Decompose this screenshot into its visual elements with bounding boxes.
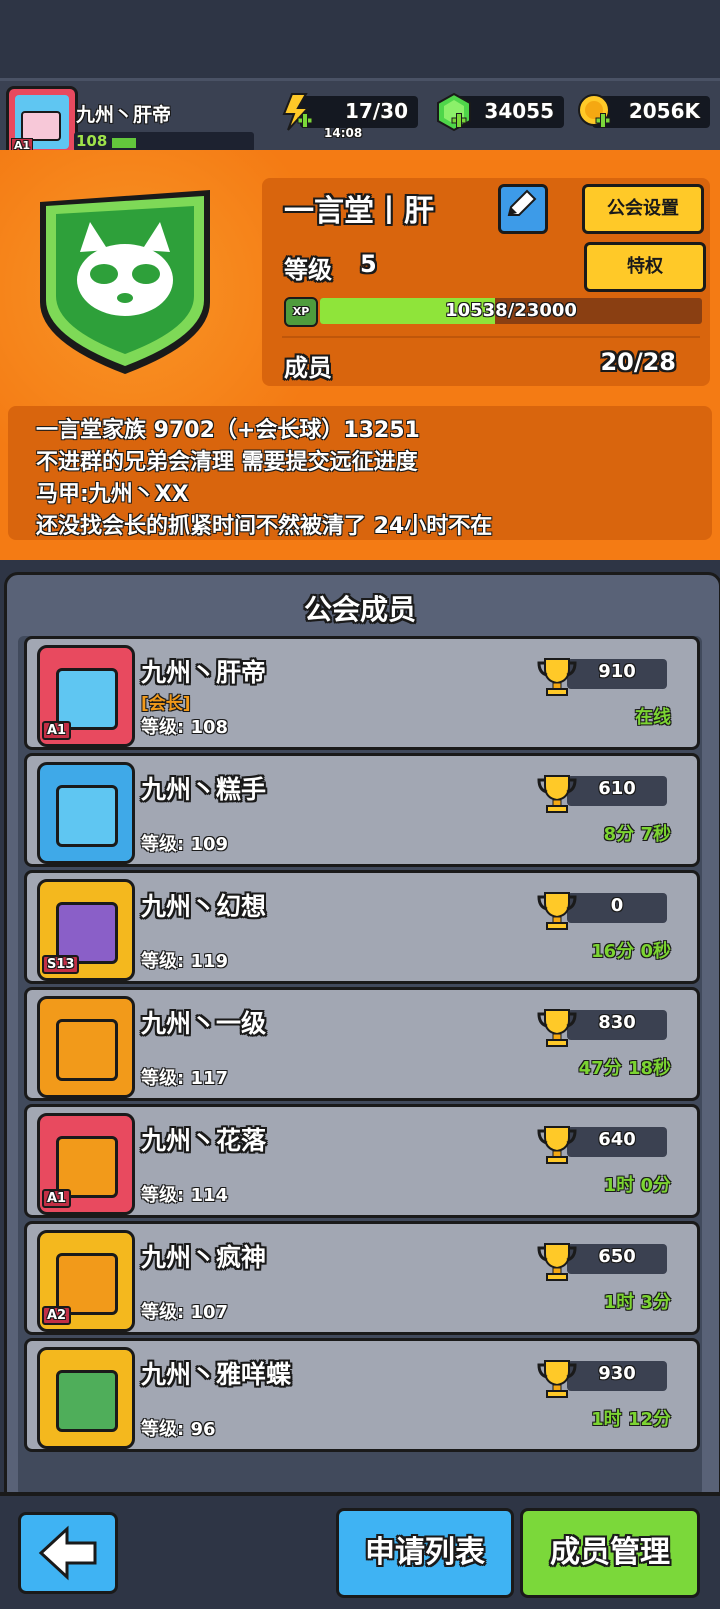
member-level: 等级: 107 xyxy=(141,1302,229,1323)
announcement-line: 一言堂家族 9702（+会长球）13251 xyxy=(36,418,420,443)
energy-counter[interactable]: 17/30 xyxy=(300,96,418,128)
trophy-score: 930 xyxy=(598,1363,636,1384)
member-name: 九州丶糕手 xyxy=(141,775,267,804)
member-level: 等级: 109 xyxy=(141,834,229,855)
gold-coin-icon[interactable] xyxy=(576,92,616,132)
trophy-score: 830 xyxy=(598,1012,636,1033)
guild-xp-text: 10538/23000 xyxy=(445,300,577,321)
member-status: 1时 3分 xyxy=(603,1292,671,1313)
member-status: 1时 12分 xyxy=(591,1409,671,1430)
trophy-score: 640 xyxy=(598,1129,636,1150)
energy-timer: 14:08 xyxy=(324,126,363,140)
members-list-title: 公会成员 xyxy=(303,593,416,626)
member-row[interactable]: 九州丶糕手 等级: 109 610 8分 7秒 xyxy=(24,753,700,867)
member-level: 等级: 114 xyxy=(141,1185,229,1206)
character-portrait-icon xyxy=(56,1370,118,1432)
player-level-fill xyxy=(112,138,136,148)
player-name: 九州丶肝帝 xyxy=(76,104,172,126)
gem-icon[interactable] xyxy=(434,92,474,132)
member-level: 等级: 119 xyxy=(141,951,229,972)
character-portrait-icon xyxy=(56,1019,118,1081)
member-status: 16分 0秒 xyxy=(591,941,671,962)
member-row[interactable]: 九州丶一级 等级: 117 830 47分 18秒 xyxy=(24,987,700,1101)
member-avatar[interactable]: A1 xyxy=(37,1113,135,1215)
member-name: 九州丶肝帝 xyxy=(141,658,267,687)
member-name: 九州丶一级 xyxy=(141,1009,267,1038)
pencil-icon xyxy=(507,189,537,216)
player-level: 108 xyxy=(76,132,108,150)
announcement-line: 还没找会长的抓紧时间不然被清了 24小时不在 xyxy=(36,514,493,539)
member-name: 九州丶花落 xyxy=(141,1126,267,1155)
member-status: 47分 18秒 xyxy=(578,1058,671,1079)
edit-guild-name-button[interactable] xyxy=(498,184,548,234)
trophy-score: 650 xyxy=(598,1246,636,1267)
announcement-line: 不进群的兄弟会清理 需要提交远征进度 xyxy=(36,450,418,475)
avatar-tag: A1 xyxy=(42,721,72,740)
member-level: 等级: 117 xyxy=(141,1068,229,1089)
announcement-line: 马甲:九州丶XX xyxy=(36,482,189,507)
member-management-button[interactable]: 成员管理 xyxy=(520,1508,700,1598)
avatar-tag: A1 xyxy=(42,1189,72,1208)
member-avatar[interactable]: S13 xyxy=(37,879,135,981)
member-name: 九州丶雅咩蝶 xyxy=(141,1360,292,1389)
application-list-button[interactable]: 申请列表 xyxy=(336,1508,514,1598)
member-row[interactable]: A1 九州丶花落 等级: 114 640 1时 0分 xyxy=(24,1104,700,1218)
back-arrow-icon xyxy=(38,1525,97,1581)
guild-announcement: 一言堂家族 9702（+会长球）13251 不进群的兄弟会清理 需要提交远征进度… xyxy=(8,406,712,540)
guild-level-label: 等级 xyxy=(284,256,332,284)
member-row[interactable]: A2 九州丶疯神 等级: 107 650 1时 3分 xyxy=(24,1221,700,1335)
member-avatar[interactable] xyxy=(37,762,135,864)
member-row[interactable]: 九州丶雅咩蝶 等级: 96 930 1时 12分 xyxy=(24,1338,700,1452)
guild-level-value: 5 xyxy=(360,250,377,278)
trophy-score: 910 xyxy=(598,661,636,682)
member-row[interactable]: A1 九州丶肝帝 [会长] 等级: 108 910 在线 xyxy=(24,636,700,750)
back-button[interactable] xyxy=(18,1512,118,1594)
guild-members-label: 成员 xyxy=(284,354,332,382)
member-status: 在线 xyxy=(635,707,671,728)
player-avatar[interactable]: A1 xyxy=(6,86,78,158)
member-level: 等级: 96 xyxy=(141,1419,216,1440)
energy-value: 17/30 xyxy=(345,99,408,123)
divider xyxy=(282,336,700,338)
character-portrait-icon xyxy=(56,785,118,847)
energy-icon[interactable] xyxy=(276,92,316,132)
member-status: 8分 7秒 xyxy=(603,824,671,845)
member-status: 1时 0分 xyxy=(603,1175,671,1196)
members-list[interactable]: A1 九州丶肝帝 [会长] 等级: 108 910 在线 九州丶糕手 等级: 1… xyxy=(18,636,702,1496)
member-row[interactable]: S13 九州丶幻想 等级: 119 0 16分 0秒 xyxy=(24,870,700,984)
avatar-tag: A2 xyxy=(42,1306,72,1325)
guild-name: 一言堂丨肝 xyxy=(284,194,434,229)
privilege-button[interactable]: 特权 xyxy=(584,242,706,292)
member-avatar[interactable]: A1 xyxy=(37,645,135,747)
guild-members-count: 20/28 xyxy=(600,348,676,376)
guild-settings-button[interactable]: 公会设置 xyxy=(582,184,704,234)
avatar-tag: S13 xyxy=(42,955,80,974)
trophy-score: 0 xyxy=(610,895,624,916)
member-role: [会长] xyxy=(141,694,191,714)
member-avatar[interactable] xyxy=(37,1347,135,1449)
raccoon-emblem-icon[interactable] xyxy=(32,182,218,378)
gem-value: 34055 xyxy=(484,99,554,123)
member-avatar[interactable] xyxy=(37,996,135,1098)
xp-icon: XP xyxy=(284,297,318,327)
member-name: 九州丶疯神 xyxy=(141,1243,267,1272)
member-name: 九州丶幻想 xyxy=(141,892,267,921)
member-level: 等级: 108 xyxy=(141,717,229,738)
trophy-score: 610 xyxy=(598,778,636,799)
member-avatar[interactable]: A2 xyxy=(37,1230,135,1332)
cake-icon xyxy=(21,111,61,141)
gold-value: 2056K xyxy=(628,99,700,123)
